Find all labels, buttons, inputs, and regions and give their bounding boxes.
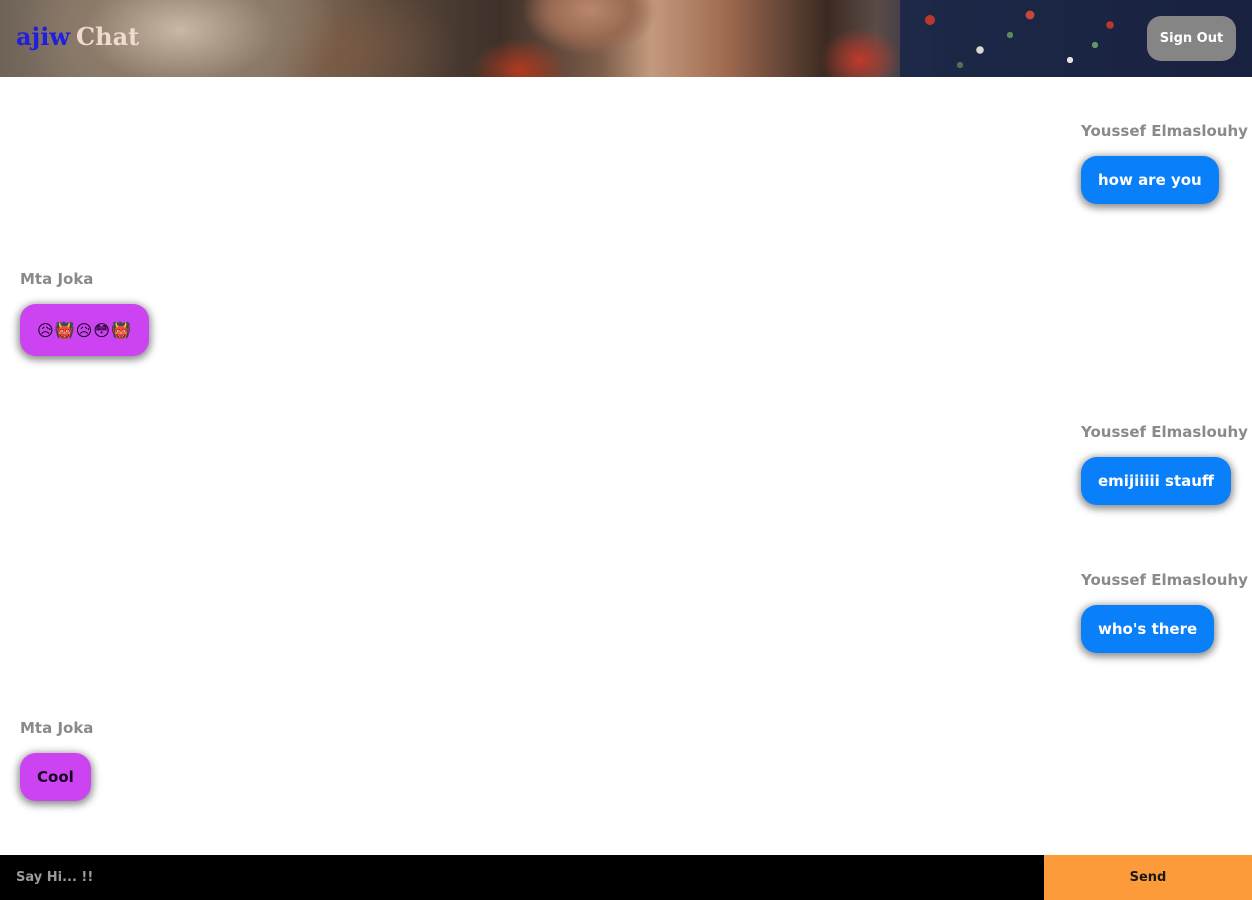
message-sender: Youssef Elmaslouhy <box>1081 122 1248 140</box>
sign-out-button[interactable]: Sign Out <box>1147 16 1236 61</box>
message-composer: Send <box>0 855 1252 900</box>
message-bubble: 😥👹😥😳👹 <box>20 304 149 356</box>
message-input[interactable] <box>0 855 1044 900</box>
message-bubble: emijiiiii stauff <box>1081 457 1232 505</box>
app-logo: ajiw Chat <box>16 22 139 51</box>
send-button[interactable]: Send <box>1044 855 1252 900</box>
header-banner: ajiw Chat Sign Out <box>0 0 1252 77</box>
logo-chat: Chat <box>76 22 140 51</box>
message-list: Youssef Elmaslouhy how are you Mta Joka … <box>0 77 1252 855</box>
message-sender: Mta Joka <box>20 270 94 288</box>
message-sender: Mta Joka <box>20 719 94 737</box>
message-sender: Youssef Elmaslouhy <box>1081 423 1248 441</box>
message-bubble: Cool <box>20 753 91 801</box>
logo-brand: ajiw <box>16 22 71 51</box>
message-bubble: how are you <box>1081 156 1219 204</box>
message-sender: Youssef Elmaslouhy <box>1081 571 1248 589</box>
message-bubble: who's there <box>1081 605 1215 653</box>
